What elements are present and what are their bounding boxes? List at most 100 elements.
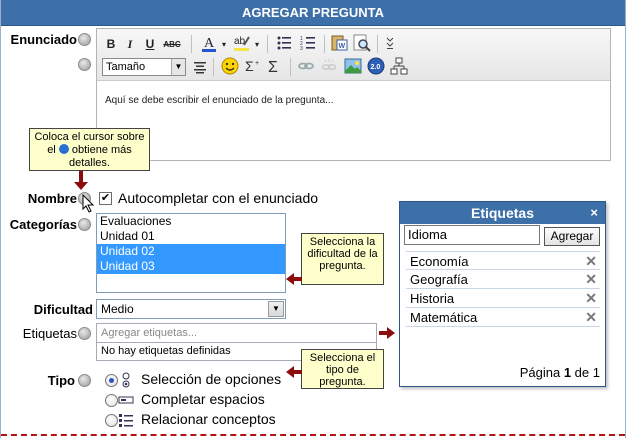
toolbar-separator	[213, 58, 214, 76]
difficulty-select[interactable]: Medio ▼	[96, 299, 286, 319]
rich-text-editor[interactable]: B I U ABC A ▾ ab ▾ 123 W Tamaño ▼ Σ + Σ …	[96, 28, 611, 161]
svg-text:ab: ab	[234, 36, 246, 47]
radio-completar[interactable]	[105, 394, 118, 407]
link-icon[interactable]	[296, 56, 316, 76]
list-item[interactable]: Unidad 01	[97, 229, 285, 244]
label-tipo: Tipo	[47, 373, 75, 388]
match-concepts-icon	[119, 414, 133, 427]
chevron-down-icon: ▼	[268, 301, 284, 317]
chevron-down-icon[interactable]: ▾	[253, 34, 261, 54]
svg-text:2.0: 2.0	[371, 64, 381, 71]
list-item[interactable]: Geografía ✕	[406, 270, 600, 289]
pagination-total: 1	[592, 365, 600, 380]
section-divider	[1, 434, 625, 436]
svg-text:Σ: Σ	[268, 59, 278, 75]
chevron-down-icon: ▼	[171, 59, 185, 75]
add-tag-button[interactable]: Agregar	[544, 227, 600, 246]
label-nombre: Nombre	[27, 191, 77, 206]
remove-icon[interactable]: ✕	[585, 252, 597, 271]
remove-icon[interactable]: ✕	[585, 289, 597, 308]
help-icon[interactable]	[78, 327, 91, 340]
svg-text:A: A	[204, 36, 215, 51]
label-enunciado: Enunciado	[10, 32, 77, 47]
fill-blank-icon	[118, 396, 134, 404]
highlight-color-icon[interactable]: ab	[231, 33, 253, 53]
autocomplete-label: Autocompletar con el enunciado	[118, 190, 319, 206]
svg-text:W: W	[339, 43, 346, 50]
list-item[interactable]: Matemática ✕	[406, 308, 600, 327]
toolbar-separator	[377, 35, 378, 53]
font-color-icon[interactable]: A	[198, 33, 220, 53]
strikethrough-button[interactable]: ABC	[161, 34, 183, 54]
toolbar-separator	[267, 35, 268, 53]
help-icon[interactable]	[78, 58, 91, 71]
option-seleccion[interactable]: Selección de opciones	[141, 371, 281, 387]
font-size-value: Tamaño	[106, 61, 146, 73]
help-icon[interactable]	[78, 33, 91, 46]
categories-listbox[interactable]: Evaluaciones Unidad 01 Unidad 02 Unidad …	[96, 213, 286, 293]
underline-button[interactable]: U	[142, 34, 158, 54]
editor-content[interactable]: Aquí se debe escribir el enunciado de la…	[105, 95, 334, 106]
tags-input[interactable]: Agregar etiquetas...	[96, 323, 377, 343]
image-icon[interactable]	[343, 56, 363, 76]
find-icon[interactable]	[352, 33, 372, 53]
label-etiquetas: Etiquetas	[22, 326, 77, 341]
remove-icon[interactable]: ✕	[585, 270, 597, 289]
chevron-down-icon[interactable]: ▾	[220, 34, 228, 54]
tag-name-input[interactable]: Idioma	[404, 225, 540, 245]
unlink-icon[interactable]	[319, 56, 339, 76]
expand-toolbar-icon[interactable]	[383, 33, 397, 53]
tooltip-tipo: Selecciona el tipo de pregunta.	[301, 349, 384, 389]
editor-toolbar: B I U ABC A ▾ ab ▾ 123 W Tamaño ▼ Σ + Σ …	[97, 29, 610, 81]
font-size-select[interactable]: Tamaño ▼	[102, 58, 186, 76]
remove-icon[interactable]: ✕	[585, 308, 597, 327]
math-formula-icon[interactable]: Σ +	[243, 56, 263, 76]
pagination-current: 1	[563, 365, 572, 380]
svg-text:3: 3	[300, 46, 303, 51]
arrow-down-icon	[74, 171, 88, 190]
pagination-prefix: Página	[519, 365, 561, 380]
tooltip-text-after: obtiene más detalles.	[69, 144, 132, 169]
help-icon[interactable]	[78, 218, 91, 231]
close-icon[interactable]: ×	[590, 205, 598, 221]
list-item[interactable]: Evaluaciones	[97, 214, 285, 229]
arrow-left-icon	[286, 366, 302, 378]
bold-button[interactable]: B	[103, 34, 119, 54]
tooltip-dificultad: Selecciona la dificultad de la pregunta.	[301, 233, 384, 285]
info-icon	[58, 144, 69, 154]
list-item[interactable]: Historia ✕	[406, 289, 600, 308]
label-dificultad: Dificultad	[33, 302, 93, 317]
page-title: AGREGAR PREGUNTA	[1, 0, 625, 26]
arrow-left-icon	[286, 273, 302, 285]
arrow-right-icon	[379, 327, 395, 339]
option-completar[interactable]: Completar espacios	[141, 391, 265, 407]
numbered-list-icon[interactable]: 123	[298, 33, 318, 53]
align-center-icon[interactable]	[191, 57, 209, 77]
tag-label: Economía	[410, 254, 469, 269]
toolbar-separator	[290, 58, 291, 76]
list-item[interactable]: Unidad 03	[97, 259, 285, 274]
sitemap-icon[interactable]	[389, 56, 409, 76]
toolbar-separator	[324, 35, 325, 53]
tags-panel: Etiquetas × Idioma Agregar Economía ✕ Geo…	[399, 201, 606, 387]
bullet-list-icon[interactable]	[274, 33, 294, 53]
tag-label: Geografía	[410, 272, 468, 287]
list-item[interactable]: Unidad 02	[97, 244, 285, 259]
tag-label: Historia	[410, 291, 455, 306]
list-item[interactable]: Economía ✕	[406, 251, 600, 270]
sum-icon[interactable]: Σ	[265, 56, 285, 76]
italic-button[interactable]: I	[122, 34, 138, 54]
radio-seleccion[interactable]	[105, 374, 118, 387]
autocomplete-checkbox[interactable]: ✔	[99, 192, 112, 205]
toolbar-separator	[191, 35, 192, 53]
label-categorias: Categorías	[9, 217, 77, 232]
radio-relacionar[interactable]	[105, 414, 118, 427]
svg-text:Σ: Σ	[245, 58, 254, 74]
svg-text:+: +	[255, 60, 259, 67]
cursor-icon	[82, 194, 95, 213]
option-relacionar[interactable]: Relacionar conceptos	[141, 411, 276, 427]
help-icon[interactable]	[78, 374, 91, 387]
paste-word-icon[interactable]: W	[329, 33, 349, 53]
web20-icon[interactable]: 2.0	[366, 56, 386, 76]
smiley-icon[interactable]	[219, 56, 241, 76]
